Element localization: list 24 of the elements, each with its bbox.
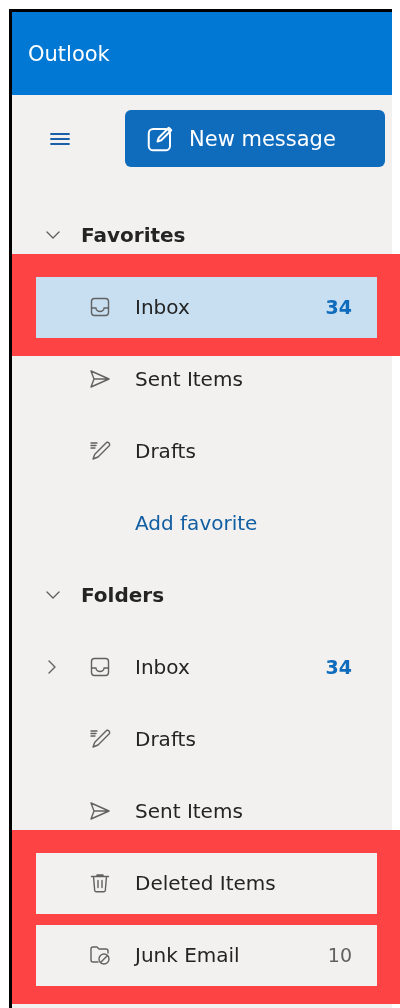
folder-item[interactable]: Sent Items (36, 793, 377, 829)
section-header[interactable]: Folders (45, 583, 165, 607)
folder-item[interactable]: Junk Email 10 (36, 924, 377, 986)
pencil-icon (88, 439, 112, 463)
app-title: Outlook (28, 41, 110, 66)
unread-count: 10 (327, 944, 352, 966)
paper-plane-icon (88, 367, 112, 391)
folder-item[interactable]: Deleted Items (36, 852, 377, 914)
section-header[interactable]: Favorites (45, 223, 186, 247)
add-favorite-link[interactable]: Add favorite (36, 505, 377, 541)
inbox-icon (88, 655, 112, 679)
new-message-button[interactable]: New message (125, 110, 385, 167)
inbox-icon (88, 295, 112, 319)
folder-item[interactable]: Inbox 34 (36, 276, 377, 338)
folder-blocked-icon (88, 943, 112, 967)
pencil-icon (88, 727, 112, 751)
unread-count: 34 (325, 296, 352, 318)
folder-item[interactable]: Inbox 34 (36, 649, 377, 685)
folder-item[interactable]: Drafts (36, 433, 377, 469)
unread-count: 34 (325, 656, 352, 678)
trash-icon (88, 871, 112, 895)
folder-item[interactable]: Drafts (36, 721, 377, 757)
folder-item[interactable]: Sent Items (36, 361, 377, 397)
paper-plane-icon (88, 799, 112, 823)
